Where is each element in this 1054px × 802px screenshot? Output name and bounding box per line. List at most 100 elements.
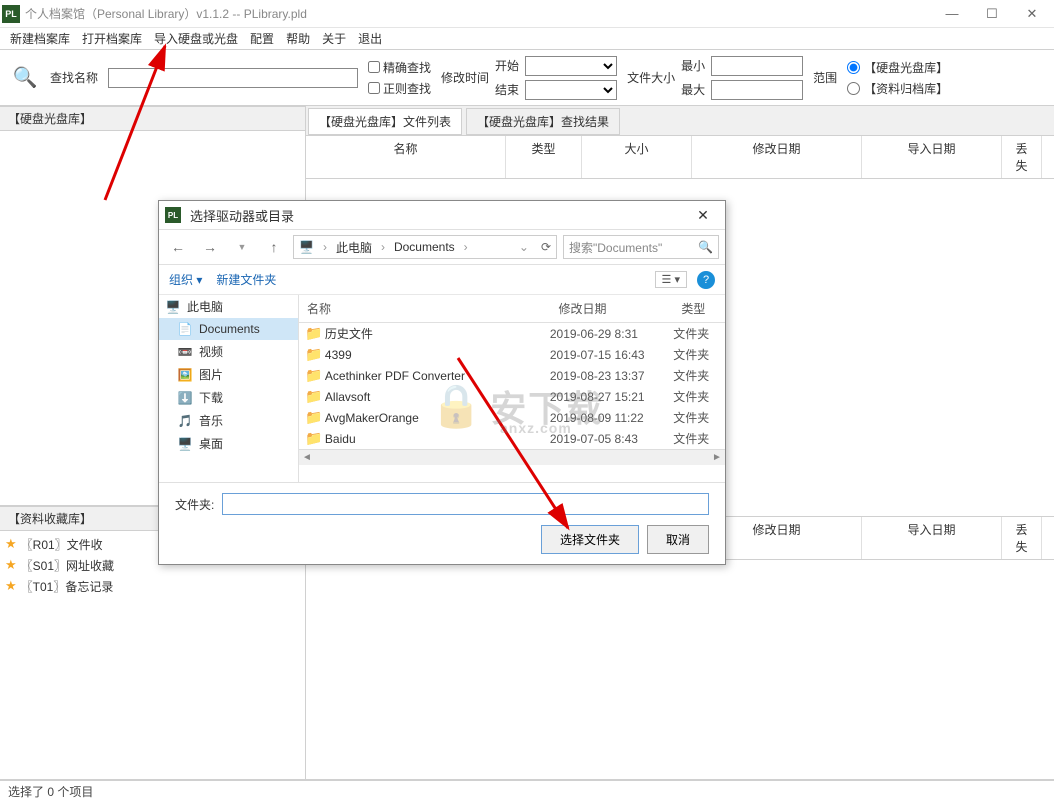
sidebar-item[interactable]: 🎵音乐 [159, 409, 298, 432]
menu-import[interactable]: 导入硬盘或光盘 [148, 28, 244, 49]
fav-label: 〖S01〗网址收藏 [21, 557, 114, 574]
sidebar-item[interactable]: 🖼️图片 [159, 363, 298, 386]
nav-up-button[interactable]: ↑ [261, 234, 287, 260]
dialog-close-button[interactable]: ✕ [687, 207, 719, 224]
scroll-left-icon[interactable]: ◄ [299, 450, 315, 465]
scroll-right-icon[interactable]: ► [709, 450, 725, 465]
col-lost[interactable]: 丢失 [1002, 136, 1042, 178]
sidebar-item[interactable]: 🖥️此电脑 [159, 295, 298, 318]
organize-button[interactable]: 组织 ▾ [169, 271, 202, 288]
menu-about[interactable]: 关于 [316, 28, 352, 49]
dialog-toolbar: 组织 ▾ 新建文件夹 ☰ ▾ ? [159, 265, 725, 295]
file-row[interactable]: 📁AvgMakerOrange2019-08-09 11:22文件夹 [299, 407, 725, 428]
side-label: Documents [199, 322, 260, 336]
menu-config[interactable]: 配置 [244, 28, 280, 49]
bc-item[interactable]: Documents [394, 240, 455, 254]
fav-item[interactable]: ★〖T01〗备忘记录 [5, 576, 300, 597]
end-label: 结束 [495, 81, 519, 98]
exact-label: 精确查找 [383, 59, 431, 76]
minimize-button[interactable]: — [932, 1, 972, 27]
breadcrumb[interactable]: 🖥️ › 此电脑 › Documents › ⌄ ⟳ [293, 235, 557, 259]
menu-new[interactable]: 新建档案库 [4, 28, 76, 49]
folder-icon: 📁 [305, 388, 323, 405]
col2-lost[interactable]: 丢失 [1002, 517, 1042, 559]
col-idate[interactable]: 导入日期 [862, 136, 1002, 178]
side-icon: 🎵 [177, 413, 193, 429]
horizontal-scrollbar[interactable]: ◄ ► [299, 449, 725, 465]
file-type: 文件夹 [673, 346, 725, 363]
file-type: 文件夹 [673, 325, 725, 342]
sidebar-item[interactable]: 📄Documents [159, 318, 298, 340]
file-name: Acethinker PDF Converter [325, 369, 550, 383]
sidebar-item[interactable]: 🖥️桌面 [159, 432, 298, 455]
exact-checkbox[interactable] [368, 61, 380, 73]
chevron-down-icon[interactable]: ⌄ [519, 240, 529, 254]
status-text: 选择了 0 个项目 [8, 783, 93, 800]
cancel-button[interactable]: 取消 [647, 525, 709, 554]
chevron-icon: › [381, 240, 385, 254]
scope-archive-radio[interactable] [847, 82, 860, 95]
file-row[interactable]: 📁Baidu2019-07-05 8:43文件夹 [299, 428, 725, 449]
fh-name[interactable]: 名称 [299, 295, 551, 322]
sidebar-item[interactable]: 📼视频 [159, 340, 298, 363]
min-size-input[interactable] [711, 56, 803, 76]
nav-forward-button[interactable]: → [197, 234, 223, 260]
scope-archive-label: 【资料归档库】 [864, 80, 948, 97]
scope-disk-label: 【硬盘光盘库】 [864, 59, 948, 76]
col-type[interactable]: 类型 [506, 136, 582, 178]
file-row[interactable]: 📁历史文件2019-06-29 8:31文件夹 [299, 323, 725, 344]
tab-search-result[interactable]: 【硬盘光盘库】查找结果 [466, 108, 620, 135]
tab-file-list[interactable]: 【硬盘光盘库】文件列表 [308, 108, 462, 135]
help-button[interactable]: ? [697, 271, 715, 289]
fh-type[interactable]: 类型 [673, 295, 725, 322]
start-time-select[interactable] [525, 56, 617, 76]
dialog-nav: ← → ▼ ↑ 🖥️ › 此电脑 › Documents › ⌄ ⟳ 搜索"Do… [159, 229, 725, 265]
search-name-input[interactable] [108, 68, 358, 88]
max-size-input[interactable] [711, 80, 803, 100]
folder-icon: 📁 [305, 430, 323, 447]
select-folder-button[interactable]: 选择文件夹 [541, 525, 639, 554]
file-type: 文件夹 [673, 409, 725, 426]
dialog-titlebar: PL 选择驱动器或目录 ✕ [159, 201, 725, 229]
col-size[interactable]: 大小 [582, 136, 692, 178]
file-list-body2[interactable] [306, 560, 1054, 780]
maximize-button[interactable]: ☐ [972, 1, 1012, 27]
file-name: 历史文件 [325, 325, 550, 342]
side-label: 图片 [199, 366, 223, 383]
nav-back-button[interactable]: ← [165, 234, 191, 260]
file-name: AvgMakerOrange [325, 411, 550, 425]
file-row[interactable]: 📁Allavsoft2019-08-27 15:21文件夹 [299, 386, 725, 407]
scope-label: 范围 [813, 69, 837, 86]
menubar: 新建档案库 打开档案库 导入硬盘或光盘 配置 帮助 关于 退出 [0, 28, 1054, 50]
search-icon: 🔍 [10, 63, 40, 93]
folder-icon: 📁 [305, 346, 323, 363]
file-row[interactable]: 📁43992019-07-15 16:43文件夹 [299, 344, 725, 365]
side-label: 视频 [199, 343, 223, 360]
chevron-icon: › [323, 240, 327, 254]
col2-idate[interactable]: 导入日期 [862, 517, 1002, 559]
bc-item[interactable]: 此电脑 [336, 239, 372, 256]
col-name[interactable]: 名称 [306, 136, 506, 178]
view-mode-button[interactable]: ☰ ▾ [655, 271, 687, 288]
scope-disk-radio[interactable] [847, 61, 860, 74]
file-date: 2019-07-05 8:43 [550, 432, 673, 446]
folder-input[interactable] [222, 493, 709, 515]
menu-open[interactable]: 打开档案库 [76, 28, 148, 49]
new-folder-button[interactable]: 新建文件夹 [216, 271, 276, 288]
menu-exit[interactable]: 退出 [352, 28, 388, 49]
nav-recent-button[interactable]: ▼ [229, 234, 255, 260]
sidebar-item[interactable]: ⬇️下载 [159, 386, 298, 409]
close-button[interactable]: ✕ [1012, 1, 1052, 27]
star-icon: ★ [5, 557, 17, 573]
side-label: 下载 [199, 389, 223, 406]
tabs-row: 【硬盘光盘库】文件列表 【硬盘光盘库】查找结果 [306, 106, 1054, 136]
fh-date[interactable]: 修改日期 [551, 295, 674, 322]
col-mdate[interactable]: 修改日期 [692, 136, 862, 178]
dialog-search-box[interactable]: 搜索"Documents" 🔍 [563, 235, 719, 259]
menu-help[interactable]: 帮助 [280, 28, 316, 49]
regex-checkbox[interactable] [368, 82, 380, 94]
end-time-select[interactable] [525, 80, 617, 100]
refresh-icon[interactable]: ⟳ [541, 240, 551, 254]
dialog-icon: PL [165, 207, 181, 223]
file-row[interactable]: 📁Acethinker PDF Converter2019-08-23 13:3… [299, 365, 725, 386]
